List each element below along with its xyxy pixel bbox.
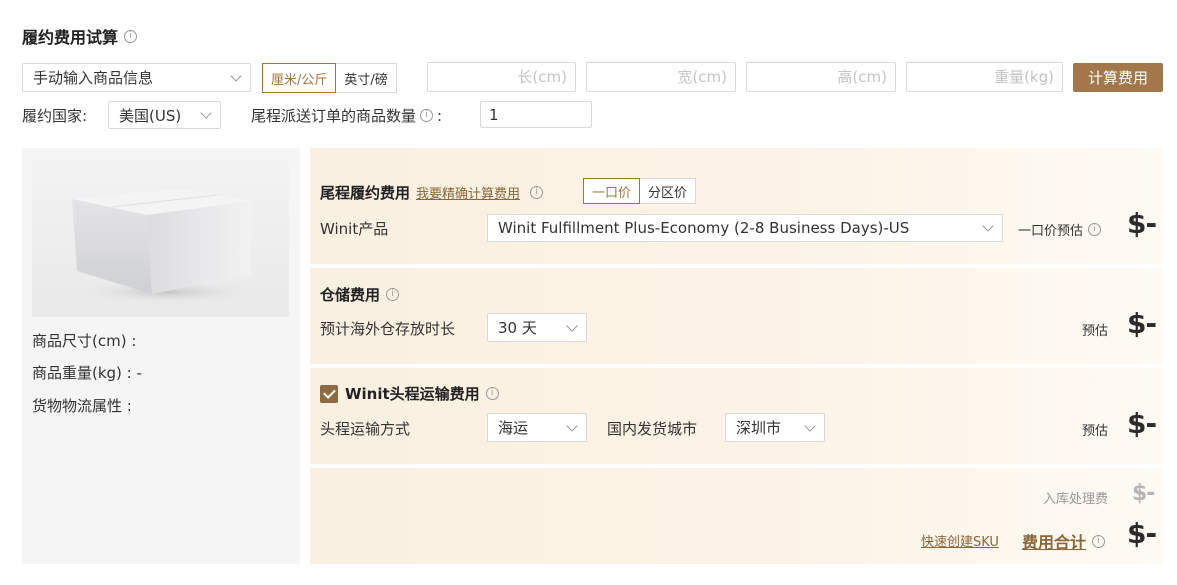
chevron-down-icon bbox=[982, 220, 994, 232]
qty-input[interactable] bbox=[480, 101, 592, 128]
last-mile-title: 尾程履约费用 bbox=[320, 184, 411, 202]
logistics-property-label: 货物物流属性 : bbox=[32, 397, 132, 415]
qty-label: 尾程派送订单的商品数量 bbox=[251, 107, 417, 125]
chevron-down-icon bbox=[566, 419, 578, 432]
flat-estimate-label: 一口价预估 bbox=[1018, 224, 1084, 239]
total-label[interactable]: 费用合计 bbox=[1022, 529, 1086, 553]
height-input[interactable] bbox=[746, 62, 896, 92]
product-size-label: 商品尺寸(cm) : bbox=[32, 332, 137, 350]
chevron-down-icon bbox=[804, 419, 816, 432]
info-circle-icon[interactable]: i bbox=[485, 387, 499, 400]
tab-flat-price[interactable]: 一口价 bbox=[583, 178, 641, 204]
info-circle-icon[interactable]: i bbox=[530, 186, 544, 199]
first-leg-title: Winit头程运输费用 bbox=[345, 385, 480, 403]
last-mile-section bbox=[310, 148, 1163, 264]
length-input[interactable] bbox=[427, 62, 576, 92]
storage-estimate-label: 预估 bbox=[1082, 324, 1109, 339]
unit-imperial-button[interactable]: 英寸/磅 bbox=[336, 63, 397, 93]
info-circle-icon[interactable]: i bbox=[420, 109, 434, 122]
storage-title: 仓储费用 bbox=[320, 286, 381, 304]
first-leg-method-select[interactable]: 海运 bbox=[487, 413, 587, 442]
winit-product-select[interactable]: Winit Fulfillment Plus-Economy (2-8 Busi… bbox=[487, 214, 1003, 242]
storage-price: $- bbox=[1127, 307, 1157, 340]
inbound-fee-label: 入库处理费 bbox=[1043, 492, 1109, 507]
info-circle-icon[interactable]: i bbox=[124, 29, 138, 43]
country-select[interactable]: 美国(US) bbox=[108, 101, 221, 129]
last-mile-title-group: 尾程履约费用 我要精确计算费用 i bbox=[320, 182, 544, 203]
info-circle-icon[interactable]: i bbox=[1092, 534, 1106, 548]
first-leg-price: $- bbox=[1127, 407, 1157, 440]
flat-estimate-label-group: 一口价预估 i bbox=[1018, 220, 1102, 239]
first-leg-title-group: Winit头程运输费用 i bbox=[320, 383, 499, 404]
last-mile-price: $- bbox=[1127, 207, 1157, 240]
first-leg-checkbox[interactable] bbox=[320, 384, 338, 403]
first-leg-method-value: 海运 bbox=[498, 419, 529, 437]
first-leg-method-label: 头程运输方式 bbox=[320, 420, 411, 438]
country-value: 美国(US) bbox=[119, 106, 182, 125]
calculate-button[interactable]: 计算费用 bbox=[1073, 63, 1163, 92]
storage-duration-label: 预计海外仓存放时长 bbox=[320, 320, 456, 338]
tab-zone-price[interactable]: 分区价 bbox=[640, 178, 697, 204]
width-input[interactable] bbox=[586, 62, 736, 92]
inbound-fee-price: $- bbox=[1132, 481, 1155, 506]
input-mode-value: 手动输入商品信息 bbox=[33, 69, 154, 87]
winit-product-value: Winit Fulfillment Plus-Economy (2-8 Busi… bbox=[498, 219, 910, 237]
chevron-down-icon bbox=[200, 107, 212, 119]
storage-title-group: 仓储费用 i bbox=[320, 284, 400, 305]
create-sku-link[interactable]: 快速创建SKU bbox=[921, 531, 999, 550]
weight-input[interactable] bbox=[906, 62, 1063, 92]
ship-city-label: 国内发货城市 bbox=[607, 420, 698, 438]
country-label: 履约国家: bbox=[22, 107, 88, 125]
product-image bbox=[32, 159, 289, 317]
page-title-text: 履约费用试算 bbox=[22, 28, 119, 47]
winit-product-label: Winit产品 bbox=[320, 220, 389, 238]
chevron-down-icon bbox=[566, 319, 578, 332]
pricing-toggle: 一口价 分区价 bbox=[583, 178, 697, 204]
info-circle-icon[interactable]: i bbox=[1088, 223, 1102, 236]
ship-city-value: 深圳市 bbox=[736, 419, 782, 437]
total-label-group: 费用合计 i bbox=[1022, 529, 1106, 553]
unit-metric-button[interactable]: 厘米/公斤 bbox=[262, 63, 337, 93]
qty-label-group: 尾程派送订单的商品数量 i : bbox=[251, 105, 442, 126]
storage-duration-select[interactable]: 30 天 bbox=[487, 313, 587, 342]
page-title: 履约费用试算 i bbox=[22, 24, 138, 48]
storage-duration-value: 30 天 bbox=[498, 319, 537, 337]
storage-section bbox=[310, 268, 1163, 364]
chevron-down-icon bbox=[230, 69, 242, 82]
total-price: $- bbox=[1127, 517, 1157, 550]
ship-city-select[interactable]: 深圳市 bbox=[725, 413, 825, 442]
box-image bbox=[72, 189, 262, 304]
qty-colon: : bbox=[437, 106, 443, 125]
product-weight-label: 商品重量(kg) : - bbox=[32, 364, 142, 382]
first-leg-estimate-label: 预估 bbox=[1082, 424, 1109, 439]
input-mode-select[interactable]: 手动输入商品信息 bbox=[22, 63, 251, 92]
unit-toggle: 厘米/公斤 英寸/磅 bbox=[262, 63, 397, 93]
info-circle-icon[interactable]: i bbox=[386, 288, 400, 301]
precise-calc-link[interactable]: 我要精确计算费用 bbox=[416, 183, 520, 202]
